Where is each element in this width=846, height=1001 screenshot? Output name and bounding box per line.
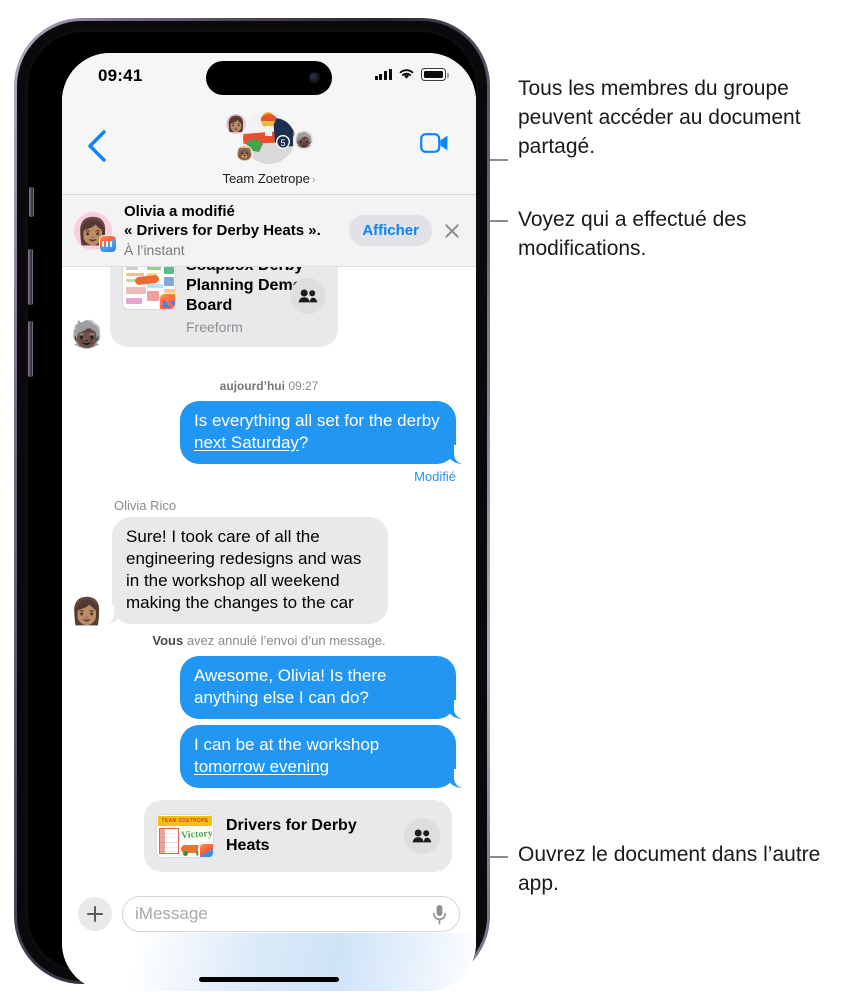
document-edit-banner[interactable]: 👩🏽 Olivia a modifié « Drivers for Derby … bbox=[62, 195, 476, 267]
thumbnail-header-text: TEAM ZOETROPE bbox=[161, 818, 209, 824]
edited-label: Modifié bbox=[414, 469, 456, 484]
group-header[interactable]: 5 👩🏽 🐻 🧓🏿 Team Zoetrope › bbox=[189, 109, 349, 195]
back-chevron-icon[interactable] bbox=[84, 129, 112, 163]
plus-icon[interactable] bbox=[78, 897, 112, 931]
message-row-shared-document[interactable]: 🧓🏿 Soapbox Derby bbox=[62, 245, 476, 371]
battery-icon bbox=[421, 68, 449, 81]
member-avatar-olivia: 👩🏽 bbox=[225, 113, 247, 135]
group-name-label[interactable]: Team Zoetrope › bbox=[189, 171, 349, 186]
view-document-button[interactable]: Afficher bbox=[349, 215, 432, 246]
video-camera-icon[interactable] bbox=[420, 131, 450, 155]
freeform-app-badge-icon bbox=[99, 234, 117, 253]
message-row-outgoing-1[interactable]: Is everything all set for the derby next… bbox=[62, 401, 476, 464]
message-row-outgoing-3[interactable]: I can be at the workshop tomorrow evenin… bbox=[62, 725, 476, 788]
iphone-device-frame: 09:41 5 👩🏽 🐻 🧓🏿 Team Zoetrope › 🧓🏿 Plann… bbox=[14, 18, 490, 991]
shared-document-bottom-title: Drivers for Derby Heats bbox=[226, 817, 357, 854]
chevron-right-icon: › bbox=[311, 174, 316, 186]
message-link-time[interactable]: tomorrow evening bbox=[194, 757, 329, 776]
keyboard-glow-area bbox=[62, 933, 476, 991]
close-icon[interactable] bbox=[432, 211, 472, 251]
thumbnail-header-banner: TEAM ZOETROPE bbox=[158, 816, 212, 826]
status-bar: 09:41 bbox=[62, 53, 476, 103]
callout-text-1: Tous les membres du groupe peuvent accéd… bbox=[518, 77, 801, 158]
volume-down-button[interactable] bbox=[28, 321, 33, 377]
message-input-placeholder: iMessage bbox=[135, 904, 208, 923]
conversation-nav-bar: 5 👩🏽 🐻 🧓🏿 Team Zoetrope › bbox=[62, 103, 476, 195]
callout-text-3: Ouvrez le document dans l’autre app. bbox=[518, 843, 821, 895]
member-avatar-hat-person: 🧓🏿 bbox=[293, 129, 315, 151]
screenshot-root: Tous les membres du groupe peuvent accéd… bbox=[0, 0, 846, 1001]
message-text-2: I can be at the workshop bbox=[194, 735, 380, 754]
status-bar-time: 09:41 bbox=[98, 66, 143, 85]
banner-text-block: Olivia a modifié « Drivers for Derby Hea… bbox=[124, 202, 343, 259]
two-people-icon-2[interactable] bbox=[404, 818, 440, 854]
dynamic-island bbox=[206, 61, 332, 95]
timestamp-time: 09:27 bbox=[288, 379, 319, 393]
wifi-icon bbox=[399, 69, 414, 80]
unsent-message-notice: Vous avez annulé l’envoi d’un message. bbox=[62, 633, 476, 648]
freeform-app-icon bbox=[159, 293, 175, 309]
phone-screen: 09:41 5 👩🏽 🐻 🧓🏿 Team Zoetrope › 🧓🏿 Plann… bbox=[62, 53, 476, 991]
message-bubble-outgoing-3[interactable]: I can be at the workshop tomorrow evenin… bbox=[180, 725, 464, 788]
front-camera-icon bbox=[309, 72, 320, 84]
message-input-field[interactable]: iMessage bbox=[122, 896, 460, 932]
thumbnail-word: Victory! bbox=[180, 827, 214, 842]
status-bar-indicators bbox=[374, 68, 449, 81]
message-text-tail: ? bbox=[298, 433, 309, 452]
derby-heats-thumbnail: TEAM ZOETROPE Victory! bbox=[156, 814, 214, 858]
sender-name-label: Olivia Rico bbox=[114, 498, 177, 513]
sender-avatar-olivia: 👩🏽 bbox=[70, 596, 104, 626]
unsent-notice-subject: Vous bbox=[152, 633, 184, 648]
cellular-bars-icon bbox=[374, 68, 392, 80]
silent-switch-button[interactable] bbox=[29, 187, 34, 217]
message-row-incoming[interactable]: 👩🏽 Sure! I took care of all the engineer… bbox=[62, 517, 476, 624]
microphone-icon[interactable] bbox=[432, 904, 447, 925]
thumbnail-table bbox=[159, 828, 179, 854]
svg-text:5: 5 bbox=[280, 138, 285, 148]
unsent-notice-text: avez annulé l’envoi d’un message. bbox=[183, 633, 386, 648]
banner-line-2: « Drivers for Derby Heats ». bbox=[124, 222, 321, 239]
freeform-app-icon-2 bbox=[198, 842, 213, 857]
shared-document-card-bottom[interactable]: TEAM ZOETROPE Victory! Drivers for Derby… bbox=[144, 800, 452, 872]
message-input-bar: iMessage bbox=[62, 883, 476, 991]
message-row-outgoing-2[interactable]: Awesome, Olivia! Is there anything else … bbox=[62, 656, 476, 719]
banner-avatar-olivia: 👩🏽 bbox=[74, 211, 117, 253]
home-indicator[interactable] bbox=[199, 977, 339, 982]
banner-line-1: Olivia a modifié bbox=[124, 203, 235, 220]
banner-line-3: À l’instant bbox=[124, 242, 185, 258]
group-name-text: Team Zoetrope bbox=[222, 171, 310, 186]
conversation-timestamp: aujourd’hui 09:27 bbox=[62, 379, 476, 393]
shared-document-app-name: Freeform bbox=[186, 319, 243, 335]
message-bubble-outgoing[interactable]: Is everything all set for the derby next… bbox=[180, 401, 464, 464]
two-people-icon[interactable] bbox=[290, 278, 326, 314]
sender-avatar-hat-person: 🧓🏿 bbox=[70, 319, 104, 349]
volume-up-button[interactable] bbox=[28, 249, 33, 305]
message-bubble-incoming[interactable]: Sure! I took care of all the engineering… bbox=[104, 517, 388, 624]
input-row: iMessage bbox=[62, 889, 476, 939]
member-avatar-bear: 🐻 bbox=[236, 145, 253, 162]
callout-text-2: Voyez qui a effectué des modifications. bbox=[518, 208, 747, 260]
message-text: Is everything all set for the derby bbox=[194, 411, 440, 430]
message-bubble-outgoing-2[interactable]: Awesome, Olivia! Is there anything else … bbox=[180, 656, 464, 719]
timestamp-day: aujourd’hui bbox=[219, 379, 285, 393]
message-link-date[interactable]: next Saturday bbox=[194, 433, 299, 452]
